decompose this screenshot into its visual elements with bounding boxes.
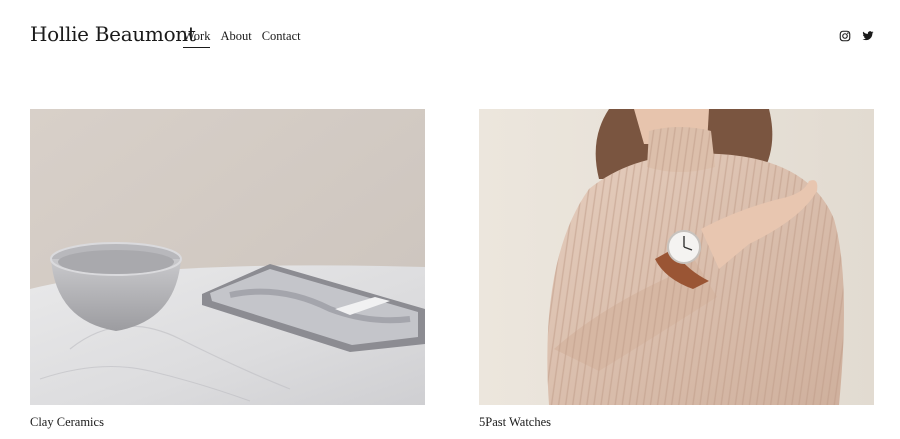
project-card-5past-watches: 5Past Watches [479,109,874,430]
site-header: Hollie Beaumont Work About Contact [0,0,900,75]
instagram-icon[interactable] [839,30,851,42]
social-links [839,30,874,42]
project-title-clay-ceramics[interactable]: Clay Ceramics [30,415,425,430]
nav-link-about[interactable]: About [220,29,251,48]
nav-link-contact[interactable]: Contact [262,29,301,48]
twitter-icon[interactable] [862,30,874,42]
main-nav: Work About Contact [183,29,301,48]
site-title[interactable]: Hollie Beaumont [30,22,196,46]
project-title-5past-watches[interactable]: 5Past Watches [479,415,874,430]
project-card-clay-ceramics: Clay Ceramics [30,109,425,430]
project-image-clay-ceramics[interactable] [30,109,425,405]
nav-link-work[interactable]: Work [183,29,211,48]
project-image-5past-watches[interactable] [479,109,874,405]
